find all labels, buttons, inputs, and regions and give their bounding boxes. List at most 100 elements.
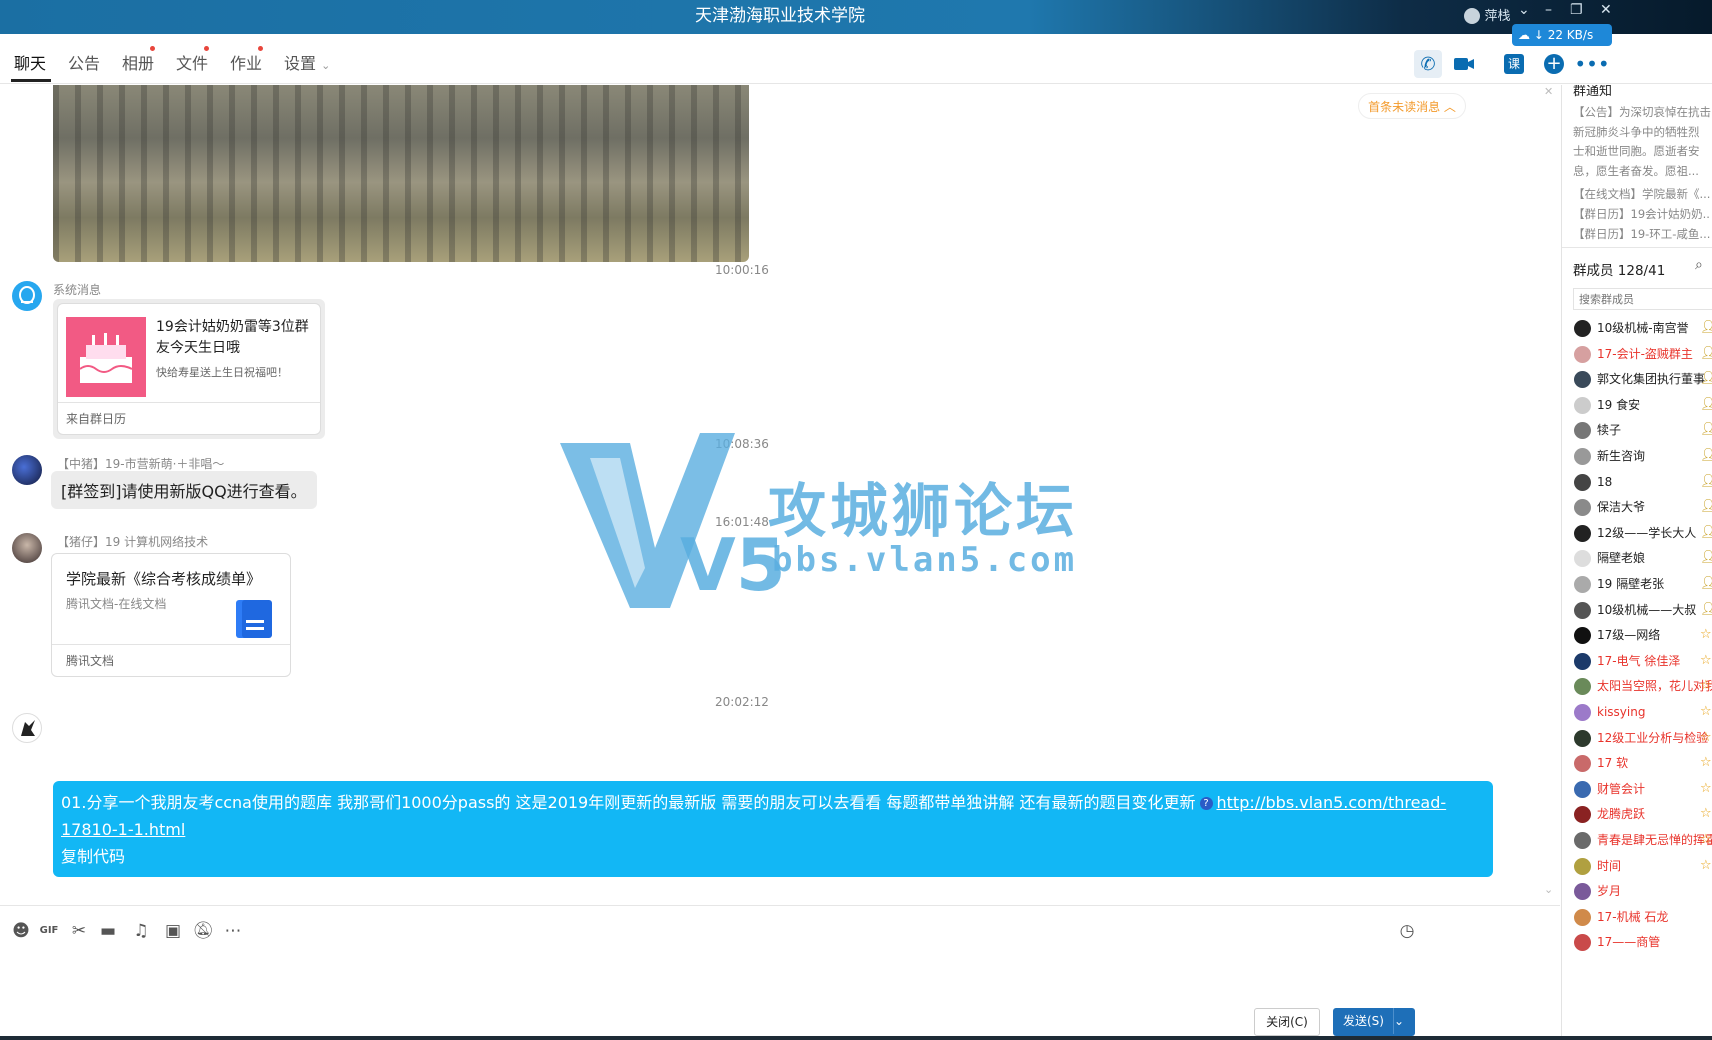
member-name: 财管会计: [1597, 781, 1646, 796]
message-bubble[interactable]: 01.分享一个我朋友考ccna使用的题库 我那哥们1000分pass的 这是20…: [53, 781, 1493, 877]
sender-avatar[interactable]: [12, 533, 42, 563]
notice-item[interactable]: 【群日历】19会计姑奶奶...: [1573, 203, 1711, 225]
course-icon[interactable]: 课: [1500, 50, 1528, 78]
help-question-icon[interactable]: ?: [1199, 797, 1213, 810]
video-call-icon[interactable]: [1450, 50, 1478, 78]
member-row[interactable]: 17-电气 徐佳泽 ☆: [1574, 650, 1712, 672]
member-row[interactable]: 财管会计 ☆: [1574, 778, 1712, 800]
sender-name: 【中猪】19-市营新萌·＋非唱～: [57, 457, 225, 471]
chat-history[interactable]: 10:00:16 首条未读消息 ︿ 系统消息 19会计姑奶奶雷等3位群友今天生日…: [0, 85, 1560, 905]
member-row[interactable]: 17级—网络 ☆: [1574, 624, 1712, 646]
tab-files[interactable]: 文件: [176, 50, 208, 74]
member-row[interactable]: 10级机械-南宫誉 👤︎: [1574, 317, 1712, 339]
person-icon: 👤︎: [1700, 522, 1712, 544]
gif-icon[interactable]: GIF: [38, 920, 60, 942]
member-row[interactable]: 10级机械——大叔👤︎: [1574, 599, 1712, 621]
tab-homework[interactable]: 作业: [230, 50, 262, 74]
member-row[interactable]: 犊子 👤︎: [1574, 419, 1712, 441]
close-preview-icon[interactable]: ✕: [1544, 85, 1553, 98]
search-icon[interactable]: ⌕: [1695, 257, 1703, 273]
birthday-title: 19会计姑奶奶雷等3位群友今天生日哦: [156, 319, 309, 356]
member-row[interactable]: 17-会计-盗贼群主 👤︎: [1574, 343, 1712, 365]
close-icon[interactable]: ✕: [1600, 2, 1612, 18]
image-icon[interactable]: ▣: [162, 920, 184, 942]
member-row[interactable]: kissying ☆: [1574, 701, 1712, 723]
member-row[interactable]: 青春是肆无忌惮的挥霍 ☆: [1574, 829, 1712, 851]
sender-avatar[interactable]: [12, 455, 42, 485]
scroll-bottom-icon[interactable]: ⌄: [1544, 883, 1553, 896]
person-icon: 👤︎: [1700, 599, 1712, 621]
message-text: 01.分享一个我朋友考ccna使用的题库 我那哥们1000分pass的 这是20…: [61, 793, 1196, 812]
timestamp: 10:08:36: [715, 437, 769, 451]
member-row[interactable]: 19 食安 👤︎: [1574, 394, 1712, 416]
member-row[interactable]: 太阳当空照，花儿对我笑☆: [1574, 675, 1712, 697]
member-row[interactable]: 17 软 ☆: [1574, 752, 1712, 774]
announcement-preview[interactable]: 【公告】为深切哀悼在抗击 新冠肺炎斗争中的牺牲烈 士和逝世同胞。愿逝者安 息，愿…: [1573, 103, 1711, 181]
member-row[interactable]: 12级——学长大人👤︎: [1574, 522, 1712, 544]
member-row[interactable]: 岁月: [1574, 880, 1712, 902]
folder-icon[interactable]: ▬: [97, 920, 119, 942]
member-row[interactable]: 郭文化集团执行董事👤︎: [1574, 368, 1712, 390]
member-row[interactable]: 17——商管: [1574, 931, 1712, 953]
member-row[interactable]: 12级工业分析与检验 ☆: [1574, 727, 1712, 749]
member-row[interactable]: 时间 ☆: [1574, 855, 1712, 877]
star-icon: ☆: [1700, 652, 1712, 668]
mute-bell-icon[interactable]: 🔕︎: [192, 920, 214, 942]
album-unread-dot: [150, 46, 155, 51]
notice-item[interactable]: 【在线文档】学院最新《...: [1573, 183, 1711, 205]
doc-subtitle: 腾讯文档-在线文档: [66, 597, 167, 611]
phone-call-icon[interactable]: ✆: [1414, 50, 1442, 78]
scissors-icon[interactable]: ✂: [68, 920, 90, 942]
chevron-down-icon[interactable]: ⌄: [1518, 2, 1530, 18]
member-row[interactable]: 保洁大爷 👤︎: [1574, 496, 1712, 518]
birthday-card[interactable]: 19会计姑奶奶雷等3位群友今天生日哦 快给寿星送上生日祝福吧！ 来自群日历: [57, 303, 321, 435]
member-avatar: [1574, 832, 1591, 849]
member-avatar: [1574, 704, 1591, 721]
notice-item[interactable]: 【群日历】19-环工-咸鱼...: [1573, 223, 1711, 245]
tab-chat[interactable]: 聊天: [14, 50, 46, 74]
first-unread-button[interactable]: 首条未读消息 ︿: [1358, 93, 1466, 119]
member-row[interactable]: 新生咨询 👤︎: [1574, 445, 1712, 467]
doc-title: 学院最新《综合考核成绩单》: [66, 570, 262, 588]
emoji-icon[interactable]: ☻: [10, 920, 32, 942]
add-app-icon[interactable]: +: [1540, 50, 1568, 78]
sender-avatar[interactable]: [12, 713, 42, 743]
restore-icon[interactable]: ❐: [1570, 2, 1583, 18]
tab-announcement[interactable]: 公告: [68, 50, 100, 74]
member-row[interactable]: 19 隔壁老张 👤︎: [1574, 573, 1712, 595]
minimize-icon[interactable]: –: [1545, 2, 1552, 18]
person-icon: 👤︎: [1700, 419, 1712, 441]
member-avatar: [1574, 934, 1591, 952]
member-avatar: [1574, 524, 1591, 542]
member-search-input[interactable]: [1573, 288, 1712, 310]
shared-photo[interactable]: [53, 85, 749, 262]
tab-album[interactable]: 相册: [122, 50, 154, 74]
copy-code-link[interactable]: 复制代码: [61, 847, 125, 866]
send-button[interactable]: 发送(S) ⌄: [1333, 1008, 1415, 1036]
send-options-chevron-icon[interactable]: ⌄: [1393, 1008, 1415, 1034]
chevron-down-icon: ⌄: [321, 59, 331, 72]
more-icon[interactable]: ⋯: [222, 920, 244, 942]
person-icon: 👤︎: [1700, 445, 1712, 467]
history-clock-icon[interactable]: ◷: [1396, 920, 1418, 942]
member-row[interactable]: 隔壁老娘 👤︎: [1574, 547, 1712, 569]
message-bubble[interactable]: [群签到]请使用新版QQ进行查看。: [51, 471, 317, 509]
member-row[interactable]: 17-机械 石龙: [1574, 906, 1712, 928]
taskbar-strip: [0, 1036, 1712, 1040]
tab-settings[interactable]: 设置 ⌄: [284, 50, 330, 74]
music-icon[interactable]: ♫: [130, 920, 152, 942]
member-avatar: [1574, 678, 1591, 696]
member-avatar: [1574, 499, 1591, 517]
title-bar[interactable]: 天津渤海职业技术学院 萍栈 ⌄ – ❐ ✕: [0, 0, 1712, 34]
message-input-area[interactable]: ☻ GIF ✂ ▬ ♫ ▣ 🔕︎ ⋯ ◷ 关闭(C) 发送(S) ⌄: [0, 905, 1560, 1040]
more-icon[interactable]: •••: [1574, 50, 1609, 78]
member-row[interactable]: 龙腾虎跃 ☆: [1574, 803, 1712, 825]
tencent-doc-card[interactable]: 学院最新《综合考核成绩单》 腾讯文档-在线文档 腾讯文档: [51, 553, 291, 677]
close-button[interactable]: 关闭(C): [1254, 1008, 1320, 1036]
message-input[interactable]: [10, 950, 1540, 1010]
member-row[interactable]: 18 👤︎: [1574, 471, 1712, 493]
user-avatar[interactable]: 萍栈: [1464, 5, 1510, 24]
system-avatar[interactable]: [12, 281, 42, 311]
member-name: 岁月: [1597, 884, 1622, 899]
birthday-card-wrapper[interactable]: 19会计姑奶奶雷等3位群友今天生日哦 快给寿星送上生日祝福吧！ 来自群日历: [53, 299, 325, 439]
